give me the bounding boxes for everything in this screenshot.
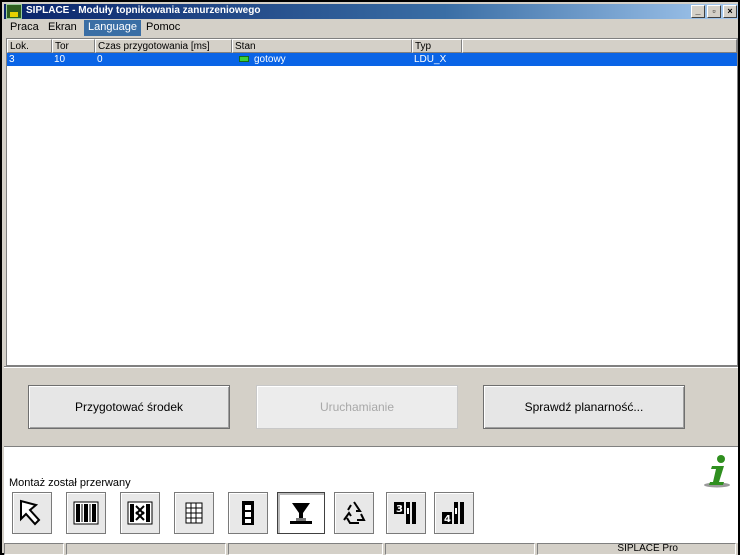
arrow-pointer-icon — [20, 499, 41, 526]
column-header-filler — [462, 39, 737, 53]
column-header-tor[interactable]: Tor — [52, 39, 95, 53]
grid-view-button[interactable] — [174, 492, 214, 534]
cell-lok: 3 — [9, 54, 15, 65]
menu-language[interactable]: Language — [84, 20, 141, 36]
select-mode-button[interactable] — [12, 492, 52, 534]
feeder-removed-icon — [127, 501, 153, 525]
feeder-rack-button[interactable] — [66, 492, 106, 534]
statusbar-segment — [228, 543, 383, 555]
feeder-rack-icon — [73, 501, 99, 525]
status-bar: SIPLACE Pro — [4, 543, 738, 555]
svg-text:4: 4 — [444, 514, 451, 525]
svg-text:3: 3 — [396, 504, 403, 515]
check-planarity-button[interactable]: Sprawdź planarność... — [483, 385, 685, 429]
start-button[interactable]: Uruchamianie — [256, 385, 458, 429]
action-panel: Przygotować środek Uruchamianie Sprawdź … — [4, 368, 738, 446]
menu-ekran[interactable]: Ekran — [44, 20, 81, 36]
tape-reel-icon — [242, 501, 254, 525]
column-header-lok[interactable]: Lok. — [7, 39, 52, 53]
menu-pomoc[interactable]: Pomoc — [142, 20, 184, 36]
cell-typ: LDU_X — [414, 54, 447, 65]
feeder-4-button[interactable]: 4 — [434, 492, 474, 534]
cell-tor: 10 — [54, 54, 66, 65]
close-button[interactable]: × — [723, 5, 737, 18]
statusbar-segment — [385, 543, 535, 555]
title-bar: SIPLACE - Moduły topnikowania zanurzenio… — [4, 4, 738, 19]
column-header-czas[interactable]: Czas przygotowania [ms] — [95, 39, 232, 53]
siplace-app-icon — [6, 4, 22, 19]
feeder-4-icon: 4 — [442, 502, 464, 525]
feeder-3-icon: 3 — [394, 502, 416, 524]
status-message: Montaż został przerwany — [9, 477, 131, 489]
dip-flux-icon — [290, 503, 312, 524]
table-row[interactable]: 3 10 0 gotowy LDU_X — [7, 53, 737, 66]
modules-list[interactable]: Lok. Tor Czas przygotowania [ms] Stan Ty… — [6, 38, 738, 366]
restore-button[interactable]: ▫ — [707, 5, 721, 18]
minimize-button[interactable]: _ — [691, 5, 705, 18]
menu-bar: Praca Ekran Language Pomoc — [4, 20, 738, 36]
product-name: SIPLACE Pro — [617, 543, 678, 554]
cell-stan: gotowy — [237, 53, 286, 66]
cell-czas: 0 — [97, 54, 103, 65]
recycle-icon — [343, 501, 366, 524]
statusbar-segment — [4, 543, 64, 555]
menu-praca[interactable]: Praca — [6, 20, 43, 36]
info-icon[interactable] — [702, 454, 732, 488]
statusbar-segment — [66, 543, 226, 555]
window-title: SIPLACE - Moduły topnikowania zanurzenio… — [26, 5, 261, 16]
column-header-typ[interactable]: Typ — [412, 39, 462, 53]
main-window: SIPLACE - Moduły topnikowania zanurzenio… — [0, 0, 740, 555]
recycle-button[interactable] — [334, 492, 374, 534]
status-panel: Montaż został przerwany 3 4 — [4, 448, 738, 543]
column-header-stan[interactable]: Stan — [232, 39, 412, 53]
list-header: Lok. Tor Czas przygotowania [ms] Stan Ty… — [7, 39, 737, 53]
feeder-3-button[interactable]: 3 — [386, 492, 426, 534]
dip-flux-button[interactable] — [277, 492, 325, 534]
feeder-removed-button[interactable] — [120, 492, 160, 534]
tape-button[interactable] — [228, 492, 268, 534]
cell-stan-label: gotowy — [254, 54, 286, 65]
grid-icon — [185, 502, 203, 524]
status-ready-indicator-icon — [239, 56, 249, 62]
prepare-button[interactable]: Przygotować środek — [28, 385, 230, 429]
